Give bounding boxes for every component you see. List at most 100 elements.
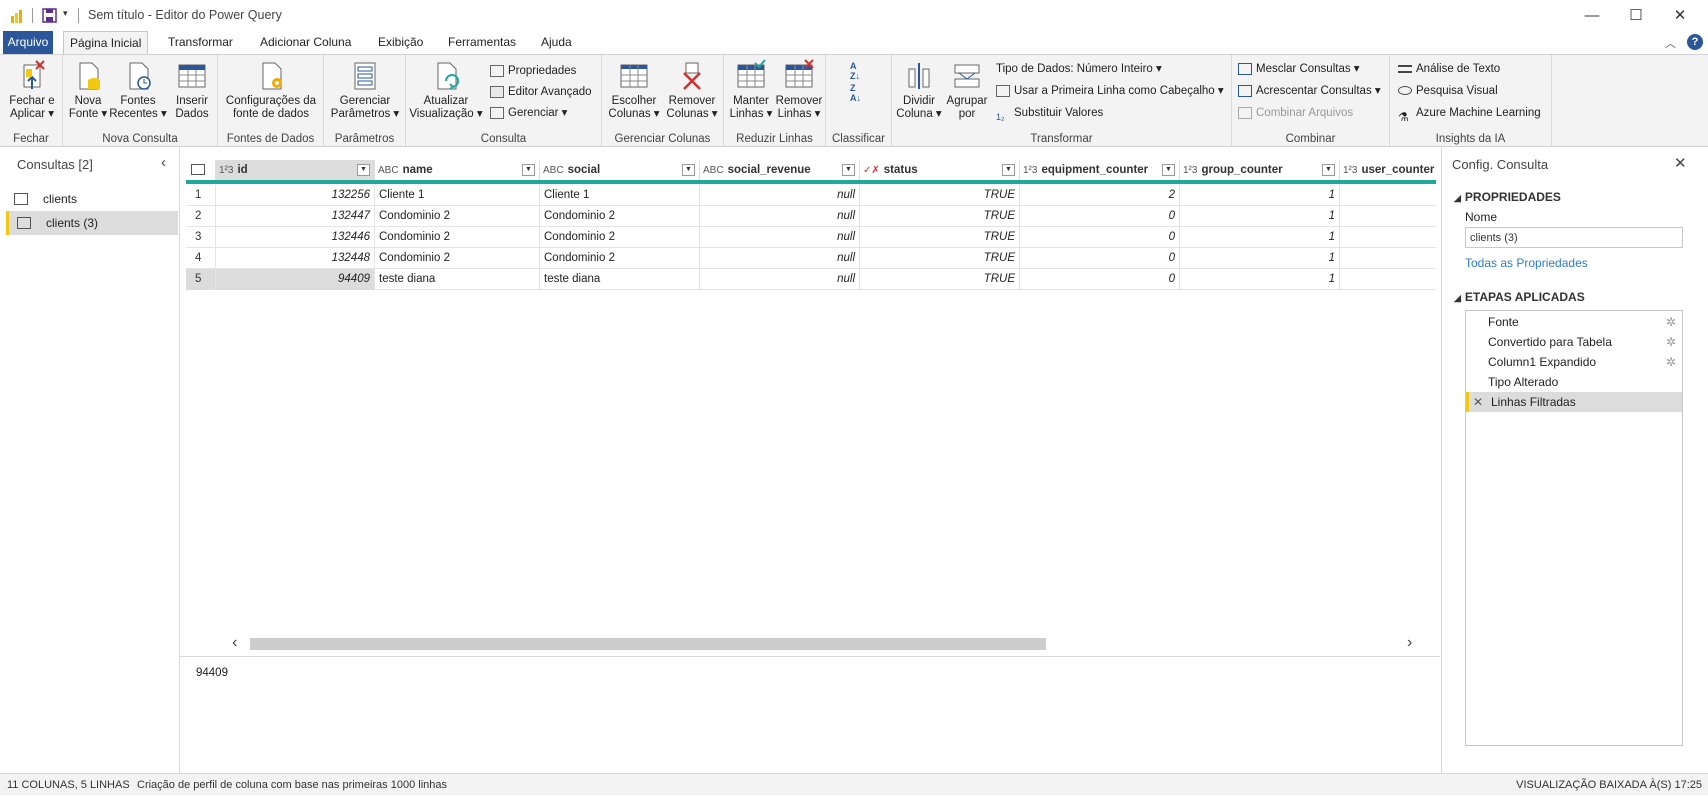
query-item-clients-3[interactable]: clients (3) (6, 211, 178, 235)
filter-icon[interactable]: ▼ (682, 164, 695, 176)
replace-values-button[interactable]: 1₂ Substituir Valores (996, 103, 1103, 123)
status-profiling[interactable]: Criação de perfil de coluna com base nas… (137, 774, 447, 796)
keep-rows-button[interactable]: Manter Linhas ▾ (727, 59, 775, 121)
advanced-editor-button[interactable]: Editor Avançado (490, 82, 592, 102)
close-icon[interactable]: ✕ (1670, 6, 1690, 26)
cell-social-revenue[interactable]: null (700, 269, 860, 290)
horizontal-scrollbar[interactable]: ‹ › (230, 634, 1422, 654)
dropdown-icon[interactable]: ▼ (1162, 164, 1175, 176)
gear-icon[interactable]: ✲ (1666, 352, 1676, 372)
cell-social[interactable]: Cliente 1 (540, 185, 700, 206)
data-source-settings-button[interactable]: Configurações da fonte de dados (222, 59, 320, 121)
save-icon[interactable] (42, 8, 57, 23)
text-analytics-button[interactable]: Análise de Texto (1398, 59, 1500, 79)
cell-group-counter[interactable]: 1 (1180, 206, 1340, 227)
collapse-ribbon-icon[interactable]: ︿ (1665, 35, 1676, 51)
cell-name[interactable]: Condominio 2 (375, 227, 540, 248)
cell-social-revenue[interactable]: null (700, 248, 860, 269)
minimize-icon[interactable]: — (1582, 6, 1602, 26)
enter-data-button[interactable]: Inserir Dados (169, 59, 215, 121)
filter-icon[interactable]: ▼ (522, 164, 535, 176)
tab-ajuda[interactable]: Ajuda (535, 31, 578, 54)
vision-button[interactable]: Pesquisa Visual (1398, 81, 1498, 101)
remove-columns-button[interactable]: Remover Colunas ▾ (664, 59, 720, 121)
append-queries-button[interactable]: Acrescentar Consultas ▾ (1238, 81, 1381, 101)
data-type-dropdown[interactable]: Tipo de Dados: Número Inteiro ▾ (996, 59, 1162, 79)
use-first-row-headers-button[interactable]: Usar a Primeira Linha como Cabeçalho ▾ (996, 81, 1224, 101)
cell-id[interactable]: 132447 (216, 206, 375, 227)
column-header-social[interactable]: ABC social ▼ (540, 160, 700, 180)
step-convertido[interactable]: Convertido para Tabela ✲ (1466, 332, 1682, 352)
delete-step-icon[interactable]: ✕ (1473, 392, 1483, 412)
table-menu-icon[interactable] (186, 160, 216, 180)
cell-social[interactable]: Condominio 2 (540, 206, 700, 227)
column-header-group-counter[interactable]: 1²3 group_counter ▼ (1180, 160, 1340, 180)
table-row[interactable]: 1 132256 Cliente 1 Cliente 1 null TRUE 2… (186, 185, 1436, 206)
scrollbar-thumb[interactable] (250, 638, 1046, 650)
table-row[interactable]: 5 94409 teste diana teste diana null TRU… (186, 269, 1436, 290)
maximize-icon[interactable]: ☐ (1626, 6, 1646, 26)
new-source-button[interactable]: Nova Fonte ▾ (67, 59, 109, 121)
table-row[interactable]: 3 132446 Condominio 2 Condominio 2 null … (186, 227, 1436, 248)
tab-adicionar-coluna[interactable]: Adicionar Coluna (254, 31, 357, 54)
cell-group-counter[interactable]: 1 (1180, 227, 1340, 248)
dropdown-icon[interactable]: ▼ (357, 164, 370, 176)
cell-name[interactable]: teste diana (375, 269, 540, 290)
cell-equipment-counter[interactable]: 2 (1020, 185, 1180, 206)
close-pane-icon[interactable]: ✕ (1674, 154, 1687, 172)
cell-social[interactable]: Condominio 2 (540, 248, 700, 269)
manage-button[interactable]: Gerenciar ▾ (490, 103, 567, 123)
column-header-user-counter[interactable]: 1²3 user_counter (1340, 160, 1436, 180)
cell-social-revenue[interactable]: null (700, 227, 860, 248)
step-fonte[interactable]: Fonte ✲ (1466, 312, 1682, 332)
remove-rows-button[interactable]: Remover Linhas ▾ (775, 59, 823, 121)
manage-parameters-button[interactable]: Gerenciar Parâmetros ▾ (327, 59, 403, 121)
split-column-button[interactable]: Dividir Coluna ▾ (895, 59, 943, 121)
cell-status[interactable]: TRUE (860, 248, 1020, 269)
step-linhas-filtradas[interactable]: ✕ Linhas Filtradas (1466, 392, 1682, 412)
combine-files-button[interactable]: Combinar Arquivos (1238, 103, 1353, 123)
cell-social-revenue[interactable]: null (700, 185, 860, 206)
help-icon[interactable]: ? (1687, 34, 1703, 50)
cell-id[interactable]: 132256 (216, 185, 375, 206)
cell-status[interactable]: TRUE (860, 269, 1020, 290)
cell-equipment-counter[interactable]: 0 (1020, 269, 1180, 290)
all-properties-link[interactable]: Todas as Propriedades (1465, 256, 1588, 270)
cell-id-selected[interactable]: 94409 (216, 269, 375, 290)
properties-button[interactable]: Propriedades (490, 61, 576, 81)
cell-id[interactable]: 132446 (216, 227, 375, 248)
sort-descending-icon[interactable]: Z A↓ (850, 83, 861, 103)
group-by-button[interactable]: Agrupar por (943, 59, 991, 121)
recent-sources-button[interactable]: Fontes Recentes ▾ (109, 59, 167, 121)
cell-name[interactable]: Cliente 1 (375, 185, 540, 206)
cell-name[interactable]: Condominio 2 (375, 248, 540, 269)
cell-name[interactable]: Condominio 2 (375, 206, 540, 227)
cell-social[interactable]: Condominio 2 (540, 227, 700, 248)
cell-group-counter[interactable]: 1 (1180, 269, 1340, 290)
cell-status[interactable]: TRUE (860, 227, 1020, 248)
cell-id[interactable]: 132448 (216, 248, 375, 269)
step-tipo-alterado[interactable]: Tipo Alterado (1466, 372, 1682, 392)
name-field[interactable] (1465, 227, 1683, 248)
column-header-equipment-counter[interactable]: 1²3 equipment_counter ▼ (1020, 160, 1180, 180)
column-header-id[interactable]: 1²3 id ▼ (216, 160, 375, 180)
cell-status[interactable]: TRUE (860, 206, 1020, 227)
applied-steps-section[interactable]: ◢ ETAPAS APLICADAS (1454, 290, 1585, 304)
dropdown-icon[interactable]: ▼ (1002, 164, 1015, 176)
query-item-clients[interactable]: clients (6, 187, 178, 211)
sort-ascending-icon[interactable]: A Z↓ (850, 61, 860, 81)
azure-ml-button[interactable]: ⚗ Azure Machine Learning (1398, 103, 1541, 124)
table-row[interactable]: 2 132447 Condominio 2 Condominio 2 null … (186, 206, 1436, 227)
cell-status[interactable]: TRUE (860, 185, 1020, 206)
quick-access-dropdown-icon[interactable]: ▾ (63, 8, 68, 19)
collapse-pane-icon[interactable]: ‹ (161, 154, 166, 171)
step-column1-expandido[interactable]: Column1 Expandido ✲ (1466, 352, 1682, 372)
cell-social-revenue[interactable]: null (700, 206, 860, 227)
refresh-preview-button[interactable]: Atualizar Visualização ▾ (408, 59, 484, 121)
scroll-right-icon[interactable]: › (1407, 634, 1412, 652)
cell-social[interactable]: teste diana (540, 269, 700, 290)
gear-icon[interactable]: ✲ (1666, 312, 1676, 332)
column-header-social-revenue[interactable]: ABC social_revenue ▼ (700, 160, 860, 180)
tab-arquivo[interactable]: Arquivo (3, 31, 53, 54)
scroll-left-icon[interactable]: ‹ (232, 634, 237, 652)
